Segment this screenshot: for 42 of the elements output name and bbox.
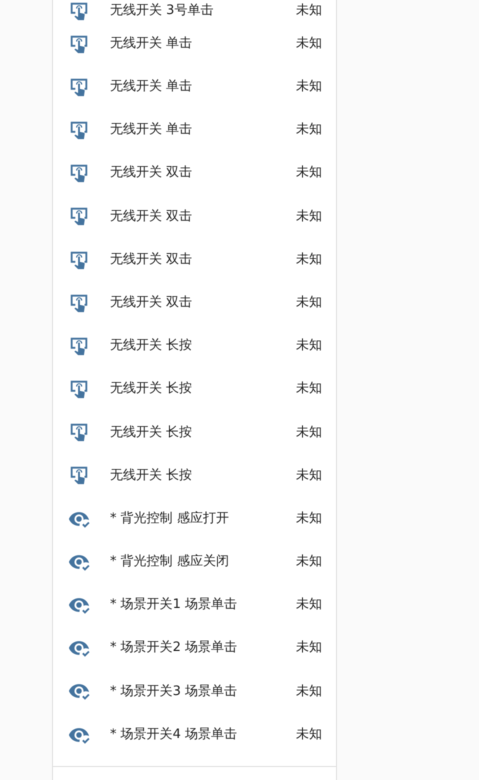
entity-name: 无线开关 单击 bbox=[110, 78, 192, 96]
entity-state: 未知 bbox=[296, 639, 322, 658]
entity-name: 无线开关 双击 bbox=[110, 208, 192, 226]
entity-name: 无线开关 长按 bbox=[110, 380, 192, 398]
touch-screen-icon bbox=[68, 205, 90, 228]
entity-state: 未知 bbox=[296, 337, 322, 356]
entity-state: 未知 bbox=[296, 596, 322, 614]
entity-state: 未知 bbox=[296, 78, 322, 96]
entity-state: 未知 bbox=[296, 294, 322, 312]
entity-state: 未知 bbox=[296, 208, 322, 226]
touch-screen-icon bbox=[68, 421, 90, 444]
entity-name: 无线开关 单击 bbox=[110, 121, 192, 140]
entity-state: 未知 bbox=[296, 682, 322, 701]
touch-screen-icon bbox=[68, 464, 90, 486]
entity-name: 无线开关 长按 bbox=[110, 424, 192, 442]
entity-name: * 场景开关2 场景单击 bbox=[110, 639, 238, 658]
entity-state: 未知 bbox=[296, 553, 322, 572]
entity-state: 未知 bbox=[296, 164, 322, 182]
entity-name: 无线开关 双击 bbox=[110, 294, 192, 312]
entity-state: 未知 bbox=[296, 510, 322, 528]
entity-name: * 场景开关3 场景单击 bbox=[110, 682, 238, 701]
entity-name: 无线开关 双击 bbox=[110, 250, 192, 269]
entity-state: 未知 bbox=[296, 250, 322, 269]
entity-state: 未知 bbox=[296, 424, 322, 442]
entity-name: 无线开关 长按 bbox=[110, 466, 192, 485]
entity-name: * 背光控制 感应打开 bbox=[110, 510, 229, 528]
entity-state: 未知 bbox=[296, 2, 322, 20]
touch-screen-icon bbox=[68, 162, 90, 184]
entity-name: 无线开关 单击 bbox=[110, 34, 192, 53]
entity-name: * 背光控制 感应关闭 bbox=[110, 553, 229, 572]
entity-state: 未知 bbox=[296, 121, 322, 140]
entity-name: 无线开关 3号单击 bbox=[110, 2, 214, 20]
entity-name: * 场景开关1 场景单击 bbox=[110, 596, 238, 614]
entity-name: 无线开关 长按 bbox=[110, 337, 192, 356]
entity-state: 未知 bbox=[296, 34, 322, 53]
entity-state: 未知 bbox=[296, 466, 322, 485]
touch-screen-icon bbox=[68, 378, 90, 400]
entity-name: 无线开关 双击 bbox=[110, 164, 192, 182]
entity-state: 未知 bbox=[296, 726, 322, 744]
entity-name: * 场景开关4 场景单击 bbox=[110, 726, 238, 744]
touch-screen-icon bbox=[68, 0, 90, 22]
entity-state: 未知 bbox=[296, 380, 322, 398]
